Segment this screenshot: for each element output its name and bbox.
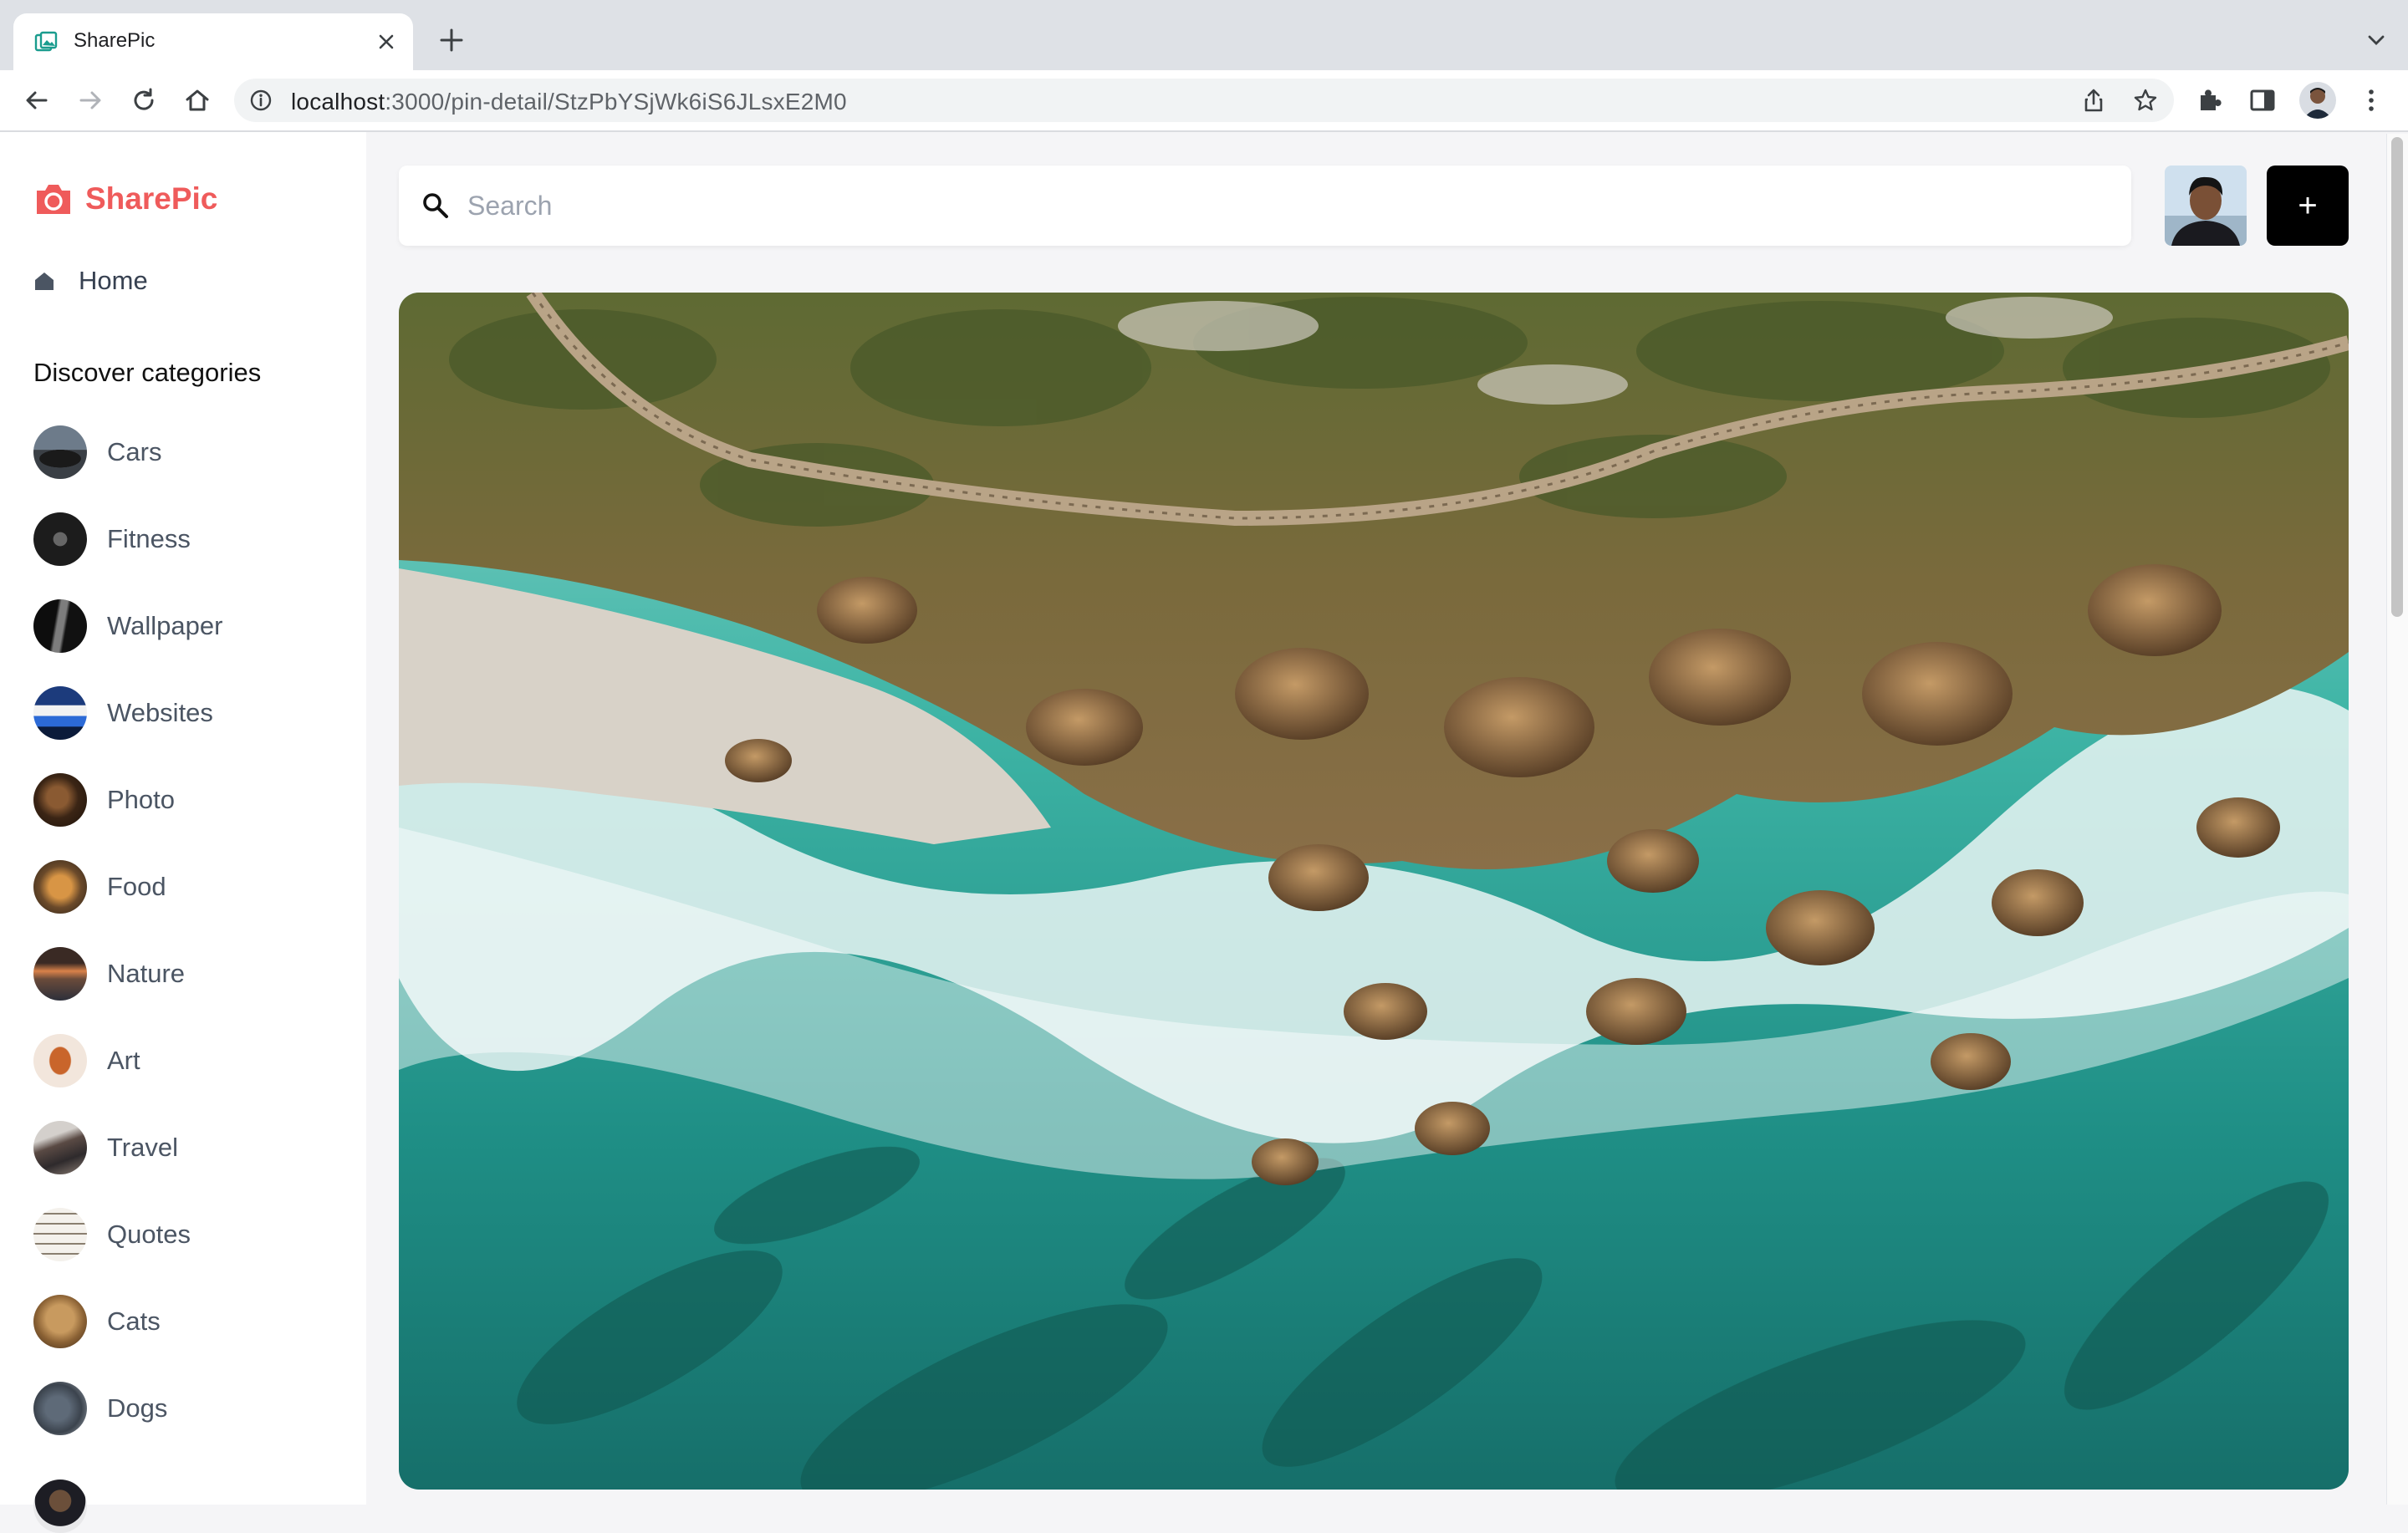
sidebar-item-label: Home	[79, 266, 148, 295]
side-panel-icon[interactable]	[2247, 85, 2278, 115]
browser-toolbar: localhost:3000/pin-detail/StzPbYSjWk6iS6…	[0, 70, 2408, 132]
address-bar[interactable]: localhost:3000/pin-detail/StzPbYSjWk6iS6…	[234, 79, 2174, 122]
user-photo	[2165, 166, 2247, 246]
coastline-photo	[399, 293, 2349, 1490]
new-tab-icon[interactable]	[435, 23, 468, 57]
category-label: Art	[107, 1046, 140, 1075]
home-icon	[35, 272, 54, 290]
category-label: Fitness	[107, 524, 191, 553]
category-thumbnail	[33, 1121, 87, 1174]
sidebar-item-cats[interactable]: Cats	[33, 1294, 161, 1349]
arrow-left-icon	[26, 91, 48, 110]
share-icon[interactable]	[2080, 87, 2107, 114]
add-pin-button[interactable]: +	[2267, 166, 2349, 246]
sidebar-item-cars[interactable]: Cars	[33, 425, 161, 480]
bookmark-star-icon[interactable]	[2132, 87, 2159, 114]
category-thumbnail	[33, 1295, 87, 1348]
sidebar-item-food[interactable]: Food	[33, 859, 166, 914]
tab-title: SharePic	[74, 29, 156, 52]
person-icon	[2299, 82, 2336, 119]
home-browser-button[interactable]	[179, 82, 216, 119]
category-thumbnail	[33, 947, 87, 1001]
browser-profile-avatar[interactable]	[2299, 82, 2336, 119]
sidebar-user-avatar[interactable]	[33, 1480, 87, 1533]
reload-icon	[134, 88, 154, 110]
gallery-icon	[34, 31, 58, 52]
category-label: Websites	[107, 698, 213, 727]
url-host: localhost	[291, 89, 385, 115]
page-scrollbar[interactable]	[2386, 134, 2408, 1505]
sidebar-item-home[interactable]: Home	[33, 266, 148, 296]
url-path: :3000/pin-detail/StzPbYSjWk6iS6JLsxE2M0	[385, 89, 847, 115]
brand-logo[interactable]: SharePic	[33, 181, 217, 217]
sidebar-item-nature[interactable]: Nature	[33, 946, 185, 1001]
sidebar-item-art[interactable]: Art	[33, 1033, 140, 1088]
category-label: Quotes	[107, 1220, 191, 1249]
arrow-right-icon	[79, 91, 101, 110]
plus-icon: +	[2298, 187, 2318, 224]
category-thumbnail	[33, 425, 87, 479]
sidebar-item-travel[interactable]: Travel	[33, 1120, 178, 1175]
category-label: Travel	[107, 1133, 178, 1162]
house-icon	[186, 89, 209, 111]
category-thumbnail	[33, 686, 87, 740]
extensions-icon[interactable]	[2194, 85, 2224, 115]
category-label: Dogs	[107, 1393, 168, 1423]
sidebar: SharePic Home Discover categories Cars F…	[0, 132, 366, 1533]
chevron-down-icon[interactable]	[2365, 28, 2388, 52]
sidebar-item-dogs[interactable]: Dogs	[33, 1381, 167, 1436]
more-vert-icon[interactable]	[2356, 85, 2386, 115]
brand-name: SharePic	[85, 181, 218, 216]
sidebar-item-fitness[interactable]: Fitness	[33, 512, 191, 567]
category-label: Nature	[107, 959, 186, 988]
scrollbar-thumb[interactable]	[2391, 137, 2403, 617]
category-thumbnail	[33, 512, 87, 566]
category-label: Cars	[107, 437, 162, 466]
category-thumbnail	[33, 599, 87, 653]
category-thumbnail	[33, 1382, 87, 1435]
discover-categories-heading: Discover categories	[33, 358, 262, 387]
sidebar-item-websites[interactable]: Websites	[33, 685, 213, 741]
category-thumbnail	[33, 1034, 87, 1087]
back-button[interactable]	[18, 82, 55, 119]
category-label: Food	[107, 872, 166, 901]
browser-tab[interactable]: SharePic	[13, 13, 413, 70]
pin-image[interactable]	[399, 293, 2349, 1490]
search-bar	[399, 166, 2131, 246]
info-icon[interactable]	[249, 89, 273, 112]
reload-button[interactable]	[125, 82, 162, 119]
search-icon	[423, 193, 448, 218]
browser-tab-strip: SharePic	[0, 0, 2408, 70]
category-label: Photo	[107, 785, 176, 814]
sidebar-item-photo[interactable]: Photo	[33, 772, 175, 828]
forward-button[interactable]	[72, 82, 109, 119]
url-text: localhost:3000/pin-detail/StzPbYSjWk6iS6…	[291, 89, 847, 115]
search-input[interactable]	[466, 184, 2108, 227]
category-thumbnail	[33, 773, 87, 827]
user-avatar[interactable]	[2165, 166, 2247, 246]
category-label: Wallpaper	[107, 611, 223, 640]
sidebar-item-quotes[interactable]: Quotes	[33, 1207, 191, 1262]
category-thumbnail	[33, 1208, 87, 1261]
category-label: Cats	[107, 1306, 161, 1336]
camera-icon	[37, 185, 70, 214]
close-icon[interactable]	[373, 28, 400, 55]
sidebar-item-wallpaper[interactable]: Wallpaper	[33, 598, 222, 654]
category-thumbnail	[33, 860, 87, 914]
